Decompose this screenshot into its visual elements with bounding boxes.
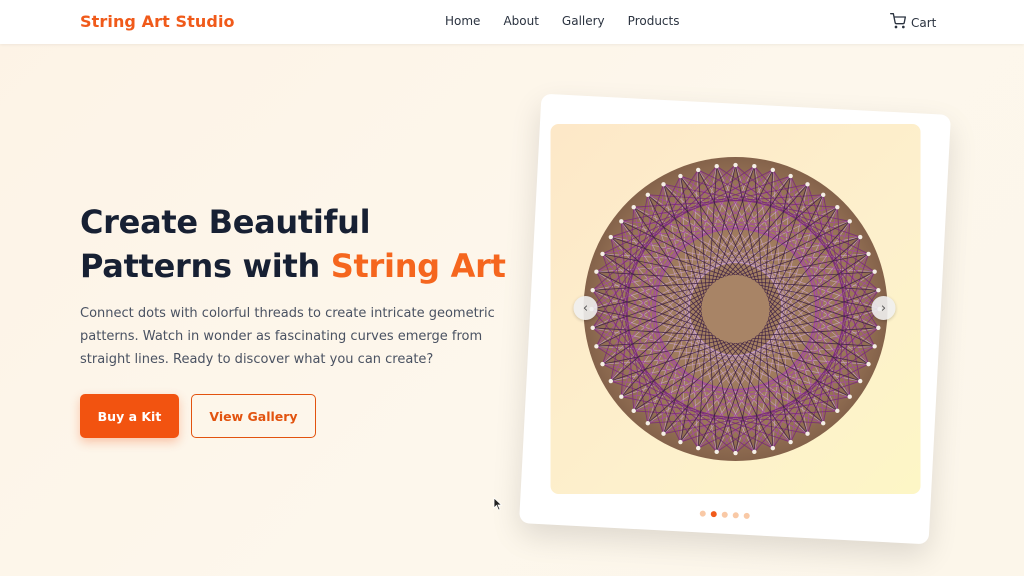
hero-title-line1: Create Beautiful <box>80 203 371 241</box>
main-menu: Home About Gallery Products <box>445 14 703 28</box>
carousel-dot[interactable] <box>710 511 717 518</box>
brand-logo[interactable]: String Art Studio <box>80 12 235 31</box>
cart-button[interactable]: Cart <box>890 13 936 32</box>
carousel-dot[interactable] <box>732 512 739 519</box>
nav-home[interactable]: Home <box>445 14 480 28</box>
nav-gallery[interactable]: Gallery <box>562 14 605 28</box>
hero-title-accent: String Art <box>330 247 506 285</box>
cart-icon <box>890 13 906 32</box>
buy-kit-button[interactable]: Buy a Kit <box>80 394 179 438</box>
nav-products[interactable]: Products <box>628 14 680 28</box>
carousel-dot[interactable] <box>699 510 706 517</box>
hero-title: Create Beautiful Patterns with String Ar… <box>80 200 520 288</box>
carousel-slide: ‹ › <box>550 124 921 495</box>
view-gallery-button[interactable]: View Gallery <box>191 394 316 438</box>
carousel-dot[interactable] <box>743 512 750 520</box>
top-navbar: String Art Studio Home About Gallery Pro… <box>0 0 1024 44</box>
hero-title-prefix: Patterns with <box>80 247 331 285</box>
carousel-dots <box>520 501 930 528</box>
cart-label: Cart <box>911 15 937 30</box>
chevron-right-icon[interactable]: › <box>871 296 896 321</box>
carousel-card: ‹ › <box>519 93 951 545</box>
carousel-dot[interactable] <box>721 511 728 518</box>
mouse-cursor-icon <box>493 497 503 511</box>
chevron-left-icon[interactable]: ‹ <box>573 296 598 321</box>
hero-description: Connect dots with colorful threads to cr… <box>80 306 495 367</box>
string-art-image <box>583 157 888 462</box>
nav-about[interactable]: About <box>503 14 538 28</box>
carousel-card-body: ‹ › <box>519 93 951 545</box>
